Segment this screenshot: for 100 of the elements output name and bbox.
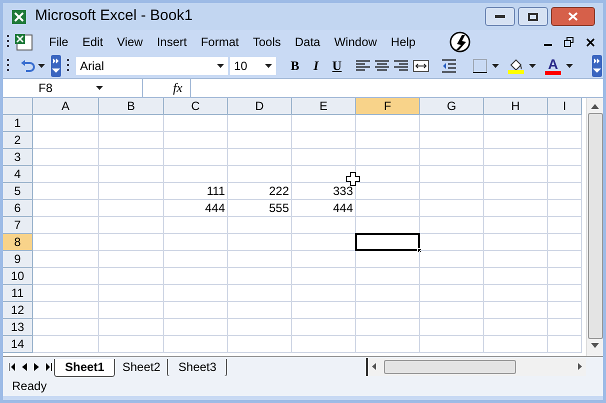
- last-sheet-icon[interactable]: [46, 362, 52, 370]
- align-center-icon[interactable]: [375, 60, 389, 72]
- table-cell: [33, 132, 99, 149]
- indent-icon[interactable]: [442, 59, 456, 73]
- caret-icon[interactable]: [492, 64, 499, 68]
- table-cell: 111: [164, 183, 228, 200]
- borders-icon[interactable]: [473, 59, 487, 73]
- sheet-tab[interactable]: Sheet1: [54, 358, 116, 376]
- scroll-right-icon[interactable]: [578, 363, 582, 370]
- merge-center-icon[interactable]: [413, 60, 429, 72]
- table-cell: [99, 251, 164, 268]
- vertical-scrollbar[interactable]: [586, 98, 603, 356]
- table-cell: [228, 234, 292, 251]
- font-color-button[interactable]: A: [545, 57, 561, 75]
- menu-item[interactable]: Data: [288, 33, 328, 51]
- window-title: Microsoft Excel - Book1: [35, 6, 193, 26]
- caret-icon[interactable]: [566, 64, 573, 68]
- menu-item[interactable]: File: [42, 33, 76, 51]
- italic-button[interactable]: I: [307, 57, 325, 75]
- toolbar-options-icon[interactable]: [51, 55, 61, 77]
- column-header[interactable]: B: [99, 98, 164, 115]
- row-header[interactable]: 1: [3, 115, 33, 132]
- table-cell: [99, 319, 164, 336]
- table-cell: [548, 319, 582, 336]
- bold-button[interactable]: B: [286, 57, 304, 75]
- column-header[interactable]: G: [420, 98, 484, 115]
- table-cell: [164, 251, 228, 268]
- column-header[interactable]: D: [228, 98, 292, 115]
- row-header[interactable]: 8: [3, 234, 33, 251]
- workbook-icon[interactable]: [14, 33, 34, 51]
- table-cell: [292, 132, 356, 149]
- table-cell: [548, 132, 582, 149]
- row-header[interactable]: 6: [3, 200, 33, 217]
- font-dropdown[interactable]: Arial: [76, 57, 228, 75]
- fill-color-icon[interactable]: [508, 58, 524, 74]
- align-right-icon[interactable]: [394, 60, 408, 72]
- column-header[interactable]: F: [356, 98, 420, 115]
- menu-item[interactable]: Insert: [150, 33, 194, 51]
- table-cell: [164, 217, 228, 234]
- table-cell: [548, 234, 582, 251]
- horizontal-scrollbar[interactable]: [366, 358, 586, 376]
- underline-button[interactable]: U: [328, 57, 346, 75]
- table-cell: [292, 149, 356, 166]
- minimize-button[interactable]: [485, 7, 515, 26]
- table-cell: [164, 285, 228, 302]
- table-cell: [484, 319, 548, 336]
- cursor-icon: [346, 172, 360, 186]
- close-icon[interactable]: [586, 38, 595, 46]
- scroll-up-icon[interactable]: [591, 104, 599, 109]
- row-header[interactable]: 7: [3, 217, 33, 234]
- menu-item[interactable]: Edit: [75, 33, 110, 51]
- menu-item[interactable]: Help: [384, 33, 423, 51]
- table-cell: [292, 319, 356, 336]
- row-header[interactable]: 13: [3, 319, 33, 336]
- maximize-button[interactable]: [518, 7, 548, 26]
- menu-item[interactable]: Tools: [246, 33, 288, 51]
- table-cell: [420, 200, 484, 217]
- column-header[interactable]: A: [33, 98, 99, 115]
- scrollbar-thumb[interactable]: [588, 113, 602, 339]
- caret-icon[interactable]: [38, 64, 45, 68]
- row-header[interactable]: 4: [3, 166, 33, 183]
- table-cell: [548, 302, 582, 319]
- row-header[interactable]: 11: [3, 285, 33, 302]
- table-cell: [356, 132, 420, 149]
- column-header[interactable]: H: [484, 98, 548, 115]
- sheet-tab[interactable]: Sheet3: [167, 358, 228, 376]
- next-sheet-icon[interactable]: [34, 362, 39, 370]
- font-size-dropdown[interactable]: 10: [230, 57, 276, 75]
- row-header[interactable]: 14: [3, 336, 33, 353]
- table-cell: [420, 234, 484, 251]
- restore-icon[interactable]: [564, 37, 574, 47]
- menu-item[interactable]: Format: [194, 33, 246, 51]
- previous-sheet-icon[interactable]: [22, 362, 27, 370]
- caret-icon[interactable]: [529, 64, 536, 68]
- row-header[interactable]: 3: [3, 149, 33, 166]
- first-sheet-icon[interactable]: [9, 362, 15, 370]
- scroll-down-icon[interactable]: [591, 343, 599, 348]
- column-header[interactable]: C: [164, 98, 228, 115]
- scroll-left-icon[interactable]: [372, 363, 376, 370]
- scrollbar-thumb[interactable]: [384, 360, 516, 374]
- menu-item[interactable]: View: [110, 33, 150, 51]
- align-left-icon[interactable]: [356, 60, 370, 72]
- column-header[interactable]: I: [548, 98, 582, 115]
- function-label[interactable]: fx: [173, 78, 182, 98]
- table-cell: [356, 285, 420, 302]
- table-cell: [164, 132, 228, 149]
- table-cell: [228, 285, 292, 302]
- column-header[interactable]: E: [292, 98, 356, 115]
- row-header[interactable]: 9: [3, 251, 33, 268]
- row-header[interactable]: 2: [3, 132, 33, 149]
- name-box[interactable]: F8: [3, 79, 143, 97]
- toolbar-options-icon[interactable]: [592, 55, 602, 77]
- close-button[interactable]: [551, 7, 595, 26]
- row-header[interactable]: 5: [3, 183, 33, 200]
- row-header[interactable]: 12: [3, 302, 33, 319]
- row-header[interactable]: 10: [3, 268, 33, 285]
- table-cell: [356, 319, 420, 336]
- table-cell: [99, 234, 164, 251]
- menu-item[interactable]: Window: [327, 33, 384, 51]
- table-cell: [99, 183, 164, 200]
